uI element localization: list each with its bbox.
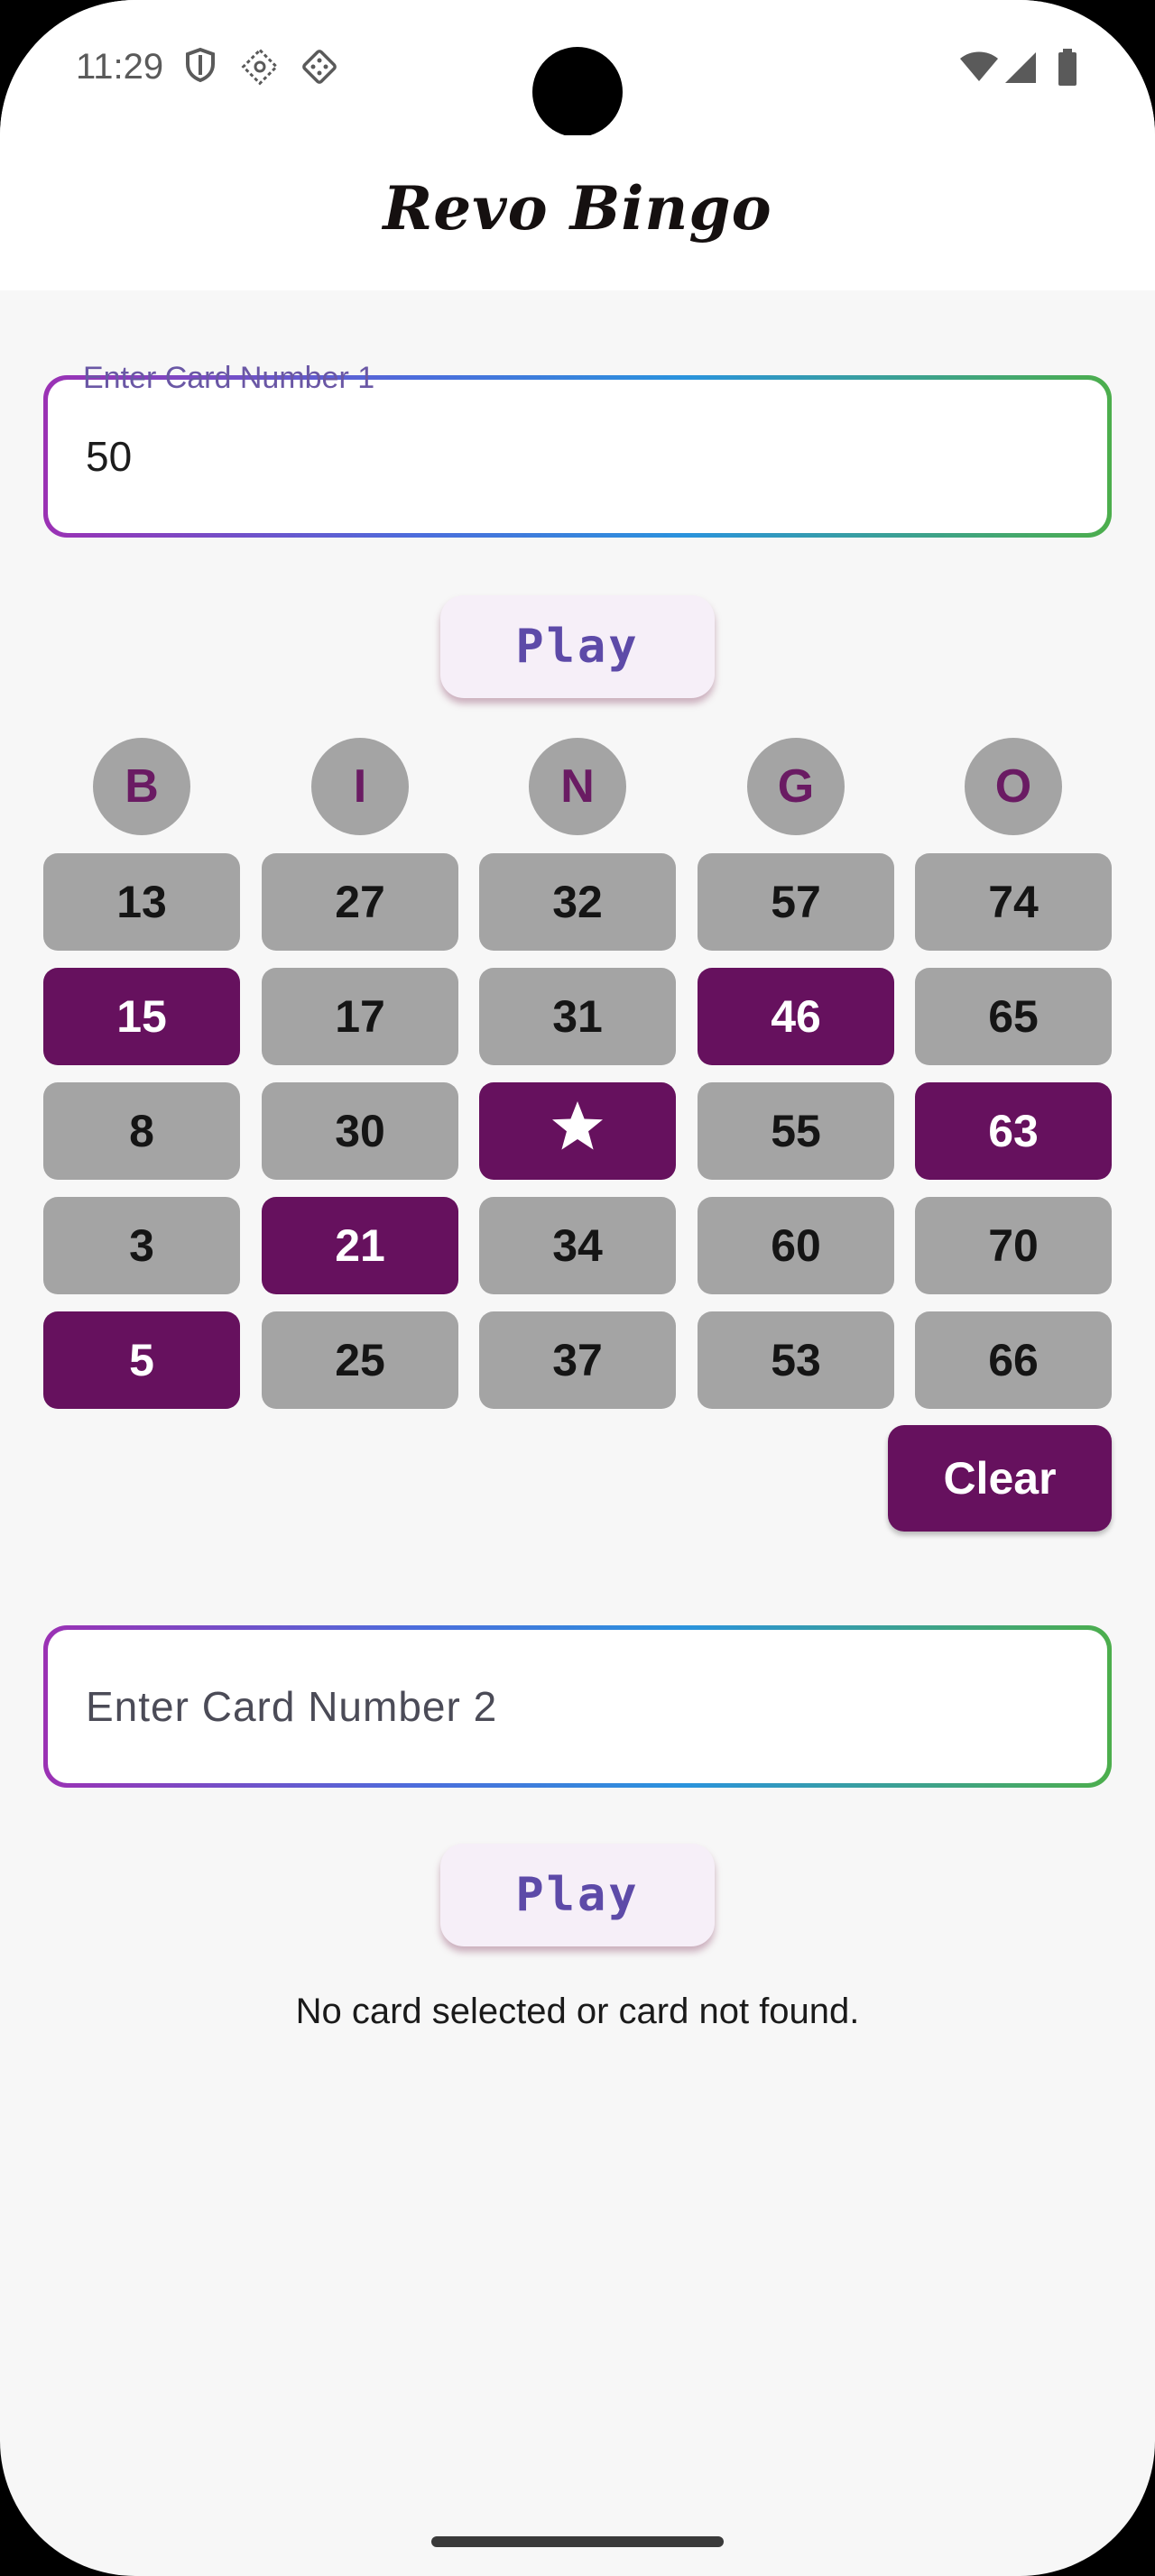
clear-button[interactable]: Clear [888, 1425, 1112, 1532]
card-number-1-field[interactable]: 50 [43, 375, 1112, 538]
bingo-cell[interactable]: 31 [479, 968, 676, 1065]
bingo-cell[interactable]: 5 [43, 1311, 240, 1409]
status-bar: 11:29 [0, 0, 1155, 137]
bingo-cell[interactable]: 66 [915, 1311, 1112, 1409]
card-number-1-input[interactable]: 50 [48, 380, 1107, 533]
diamond-tag-icon [240, 47, 280, 90]
app-title: Revo Bingo [383, 173, 772, 244]
bingo-header-n: N [529, 738, 626, 835]
battery-icon [1058, 49, 1077, 90]
star-icon [550, 1099, 605, 1163]
bingo-header-g: G [747, 738, 845, 835]
status-time: 11:29 [76, 47, 164, 87]
shield-icon [184, 47, 217, 87]
bingo-cell[interactable]: 53 [698, 1311, 894, 1409]
bingo-cell[interactable]: 60 [698, 1197, 894, 1294]
play-button-2[interactable]: Play [440, 1844, 715, 1946]
bingo-cell[interactable]: 27 [262, 853, 458, 951]
bingo-cell[interactable]: 32 [479, 853, 676, 951]
signal-icon [1003, 51, 1038, 88]
bingo-cell[interactable]: 34 [479, 1197, 676, 1294]
bingo-cell[interactable]: 74 [915, 853, 1112, 951]
bingo-header-o: O [965, 738, 1062, 835]
bingo-cell[interactable]: 46 [698, 968, 894, 1065]
bingo-cell[interactable]: 25 [262, 1311, 458, 1409]
wifi-icon [958, 51, 1000, 87]
card-number-2-field[interactable]: Enter Card Number 2 [43, 1625, 1112, 1788]
bingo-header-b: B [93, 738, 190, 835]
card-number-2-input[interactable]: Enter Card Number 2 [48, 1630, 1107, 1783]
bingo-cell[interactable]: 70 [915, 1197, 1112, 1294]
home-indicator[interactable] [431, 2536, 724, 2547]
card-status-message: No card selected or card not found. [295, 1992, 860, 2031]
bingo-cell[interactable]: 15 [43, 968, 240, 1065]
bingo-cell[interactable]: 55 [698, 1082, 894, 1180]
bingo-cell[interactable]: 37 [479, 1311, 676, 1409]
phone-screen: 11:29 Revo Bingo 50 Enter Card Number 1 … [0, 0, 1155, 2576]
bingo-cell[interactable]: 3 [43, 1197, 240, 1294]
bingo-cell[interactable]: 30 [262, 1082, 458, 1180]
camera-cutout [532, 47, 623, 137]
bingo-cell[interactable]: 21 [262, 1197, 458, 1294]
bingo-cell[interactable]: 63 [915, 1082, 1112, 1180]
bingo-free-cell[interactable] [479, 1082, 676, 1180]
bingo-cell[interactable]: 17 [262, 968, 458, 1065]
bingo-header-i: I [311, 738, 409, 835]
app-bar: Revo Bingo [0, 135, 1155, 290]
dice-icon [300, 47, 339, 90]
bingo-cell[interactable]: 57 [698, 853, 894, 951]
bingo-cell[interactable]: 8 [43, 1082, 240, 1180]
bingo-cell[interactable]: 65 [915, 968, 1112, 1065]
play-button-1[interactable]: Play [440, 595, 715, 698]
card-number-1-label: Enter Card Number 1 [83, 361, 375, 395]
bingo-cell[interactable]: 13 [43, 853, 240, 951]
bingo-header-row: BINGO [43, 738, 1112, 837]
